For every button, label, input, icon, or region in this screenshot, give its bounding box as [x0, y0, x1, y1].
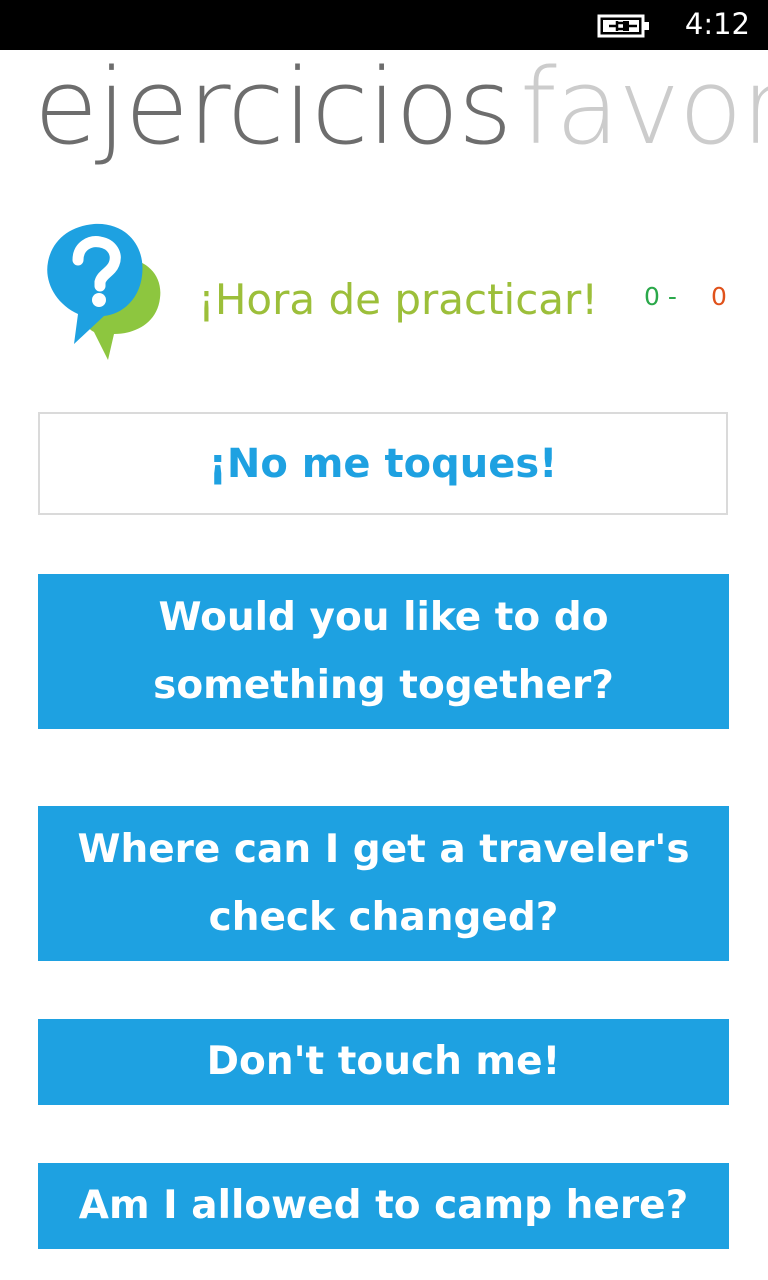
- clock: 4:12: [684, 7, 750, 41]
- prompt-text: ¡No me toques!: [208, 440, 558, 487]
- pivot-item-favoritos[interactable]: favor: [520, 50, 768, 170]
- answer-button-3[interactable]: Don't touch me!: [38, 1019, 729, 1105]
- answer-button-2[interactable]: Where can I get a traveler's check chang…: [38, 806, 729, 961]
- question-bubble-icon: [47, 223, 161, 360]
- score-wrong: 0: [711, 282, 727, 311]
- pivot-item-ejercicios[interactable]: ejercicios: [34, 50, 512, 170]
- practice-title: ¡Hora de practicar!: [198, 275, 599, 324]
- answer-button-1[interactable]: Would you like to do something together?: [38, 574, 729, 729]
- score-correct: 0 -: [644, 282, 677, 311]
- answer-button-4[interactable]: Am I allowed to camp here?: [38, 1163, 729, 1249]
- prompt-box: ¡No me toques!: [38, 412, 728, 515]
- pivot-header: ejercicios favor: [0, 50, 768, 170]
- battery-charging-icon: [597, 14, 649, 38]
- status-bar: 4:12: [0, 0, 768, 50]
